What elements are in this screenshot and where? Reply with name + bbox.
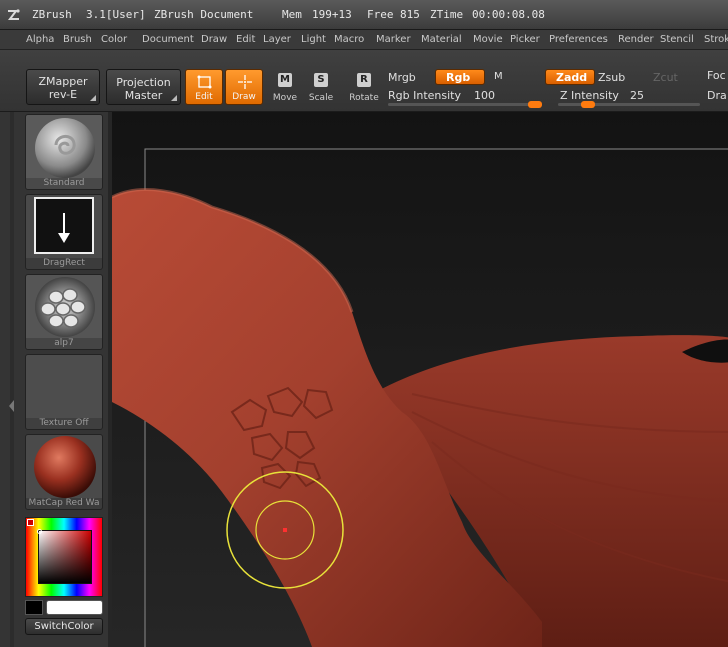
ztime-value: 00:00:08.08 — [472, 8, 545, 21]
projection-label: Projection — [116, 76, 171, 89]
corner-arrow-icon — [90, 95, 96, 101]
zmapper-label: ZMapper — [38, 75, 88, 88]
material-name: MatCap Red Wa — [26, 498, 102, 509]
move-label: Move — [272, 93, 298, 103]
color-indicator — [27, 519, 34, 526]
document-name: ZBrush Document — [154, 8, 254, 21]
mrgb-toggle[interactable]: Mrgb — [388, 71, 416, 84]
document-canvas[interactable] — [108, 112, 728, 647]
menu-preferences[interactable]: Preferences — [549, 34, 608, 45]
mem-label: Mem — [282, 8, 302, 21]
menu-draw[interactable]: Draw — [201, 34, 227, 45]
zadd-toggle[interactable]: Zadd — [545, 69, 595, 85]
scale-button[interactable]: S Scale — [302, 69, 340, 105]
scale-icon: S — [314, 73, 328, 87]
texture-slot[interactable]: Texture Off — [25, 354, 103, 430]
draw-icon — [238, 75, 252, 89]
ztime-label: ZTime — [430, 8, 464, 21]
alpha-slot[interactable]: alp7 — [25, 274, 103, 350]
edit-label: Edit — [195, 92, 213, 102]
canvas-viewport[interactable] — [112, 112, 728, 647]
draw-size-label[interactable]: Dra — [707, 89, 727, 102]
rgb-intensity-slider[interactable] — [388, 103, 542, 106]
color-picker[interactable] — [25, 517, 103, 597]
z-intensity-knob[interactable] — [581, 101, 595, 108]
free-label: Free — [367, 8, 394, 21]
switch-color-button[interactable]: SwitchColor — [25, 618, 103, 635]
edit-icon — [197, 75, 212, 89]
menu-marker[interactable]: Marker — [376, 34, 411, 45]
menu-material[interactable]: Material — [421, 34, 462, 45]
menu-macro[interactable]: Macro — [334, 34, 364, 45]
brush-name: Standard — [26, 178, 102, 189]
zmapper-sublabel: rev-E — [48, 88, 78, 101]
secondary-color-swatch[interactable] — [25, 600, 43, 615]
move-icon: M — [278, 73, 292, 87]
rgb-toggle[interactable]: Rgb — [435, 69, 485, 85]
menu-stroke[interactable]: Strok — [704, 34, 728, 45]
menu-edit[interactable]: Edit — [236, 34, 255, 45]
menu-render[interactable]: Render — [618, 34, 654, 45]
rotate-button[interactable]: R Rotate — [345, 69, 383, 105]
draw-button[interactable]: Draw — [225, 69, 263, 105]
z-intensity-slider[interactable] — [558, 103, 700, 106]
zcut-toggle[interactable]: Zcut — [653, 71, 678, 84]
menu-picker[interactable]: Picker — [510, 34, 540, 45]
color-marker — [37, 529, 42, 534]
dragrect-stroke-icon — [34, 197, 94, 254]
menu-layer[interactable]: Layer — [263, 34, 291, 45]
color-square[interactable] — [37, 529, 92, 584]
standard-brush-icon — [35, 118, 95, 178]
shelf-divider — [9, 112, 15, 647]
menu-bar: Alpha Brush Color Document Draw Edit Lay… — [0, 30, 728, 50]
edit-button[interactable]: Edit — [185, 69, 223, 105]
menu-document[interactable]: Document — [142, 34, 194, 45]
mem-value: 199+13 — [312, 8, 352, 21]
material-slot[interactable]: MatCap Red Wa — [25, 434, 103, 510]
m-toggle[interactable]: M — [494, 71, 503, 82]
rotate-icon: R — [357, 73, 371, 87]
stroke-slot[interactable]: DragRect — [25, 194, 103, 270]
app-version: 3.1[User] — [86, 8, 146, 21]
projection-sublabel: Master — [124, 89, 163, 102]
menu-alpha[interactable]: Alpha — [26, 34, 54, 45]
collapse-arrow-icon[interactable] — [9, 400, 15, 412]
menu-brush[interactable]: Brush — [63, 34, 92, 45]
alpha-pattern-icon — [35, 277, 95, 337]
toolbar: ZMapper rev-E Projection Master Edit Dra… — [0, 50, 728, 112]
move-button[interactable]: M Move — [266, 69, 304, 105]
menu-movie[interactable]: Movie — [473, 34, 503, 45]
focal-shift-label[interactable]: Foc — [707, 69, 726, 82]
primary-color-swatch[interactable] — [46, 600, 103, 615]
brush-slot[interactable]: Standard — [25, 114, 103, 190]
free-value: 815 — [400, 8, 420, 21]
matcap-sphere-icon — [34, 436, 96, 498]
zbrush-logo-icon — [8, 9, 20, 20]
rgb-intensity-label: Rgb Intensity — [388, 89, 461, 102]
rgb-intensity-knob[interactable] — [528, 101, 542, 108]
zmapper-button[interactable]: ZMapper rev-E — [26, 69, 100, 105]
scale-label: Scale — [308, 93, 334, 103]
zsub-toggle[interactable]: Zsub — [598, 71, 625, 84]
stroke-name: DragRect — [26, 258, 102, 269]
alpha-name: alp7 — [26, 338, 102, 349]
draw-label: Draw — [232, 92, 256, 102]
rotate-label: Rotate — [349, 93, 379, 103]
title-bar: ZBrush 3.1[User] ZBrush Document Mem 199… — [0, 0, 728, 30]
texture-name: Texture Off — [26, 418, 102, 429]
app-name: ZBrush — [32, 8, 72, 21]
projection-master-button[interactable]: Projection Master — [106, 69, 181, 105]
menu-stencil[interactable]: Stencil — [660, 34, 694, 45]
z-intensity-value: 25 — [630, 89, 644, 102]
corner-arrow-icon — [171, 95, 177, 101]
menu-light[interactable]: Light — [301, 34, 326, 45]
rgb-intensity-value: 100 — [474, 89, 495, 102]
menu-color[interactable]: Color — [101, 34, 127, 45]
